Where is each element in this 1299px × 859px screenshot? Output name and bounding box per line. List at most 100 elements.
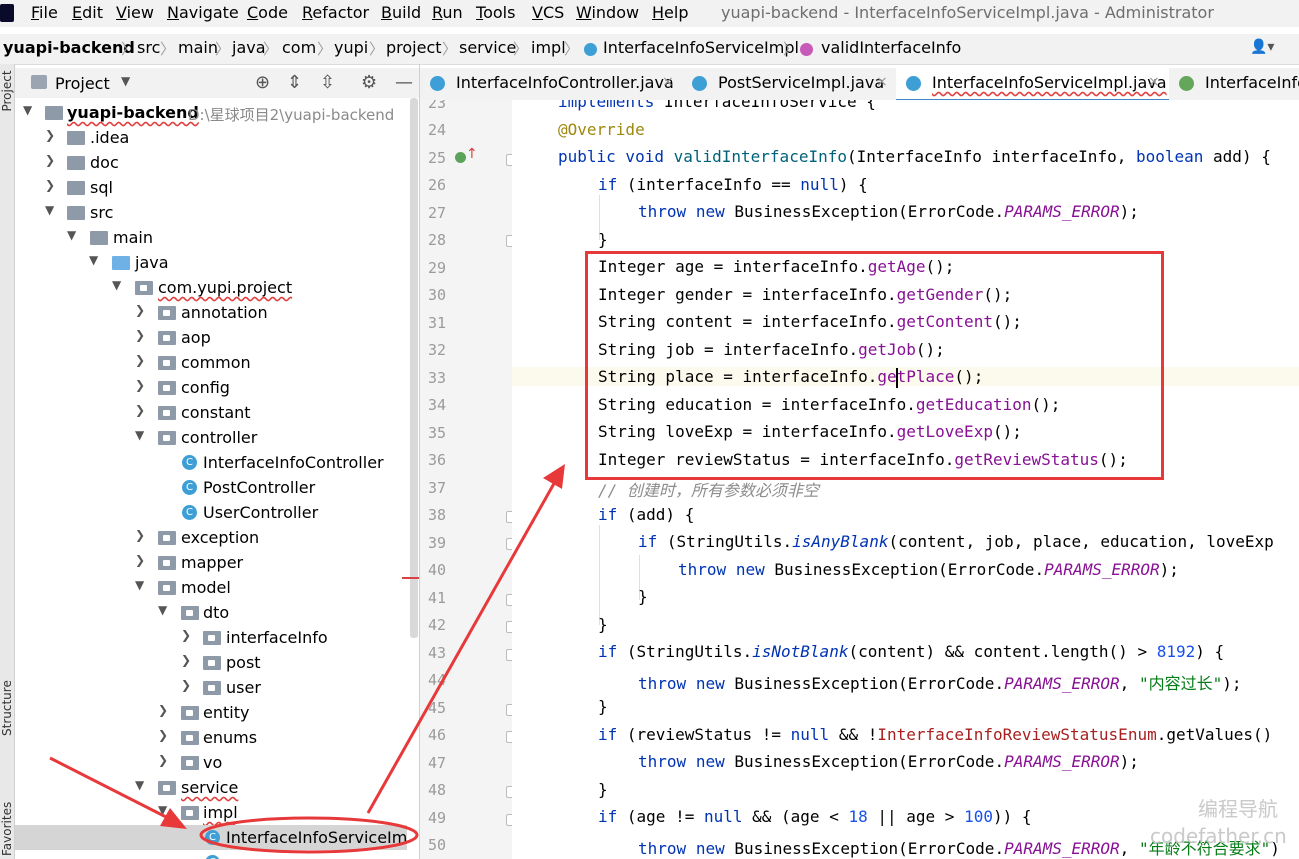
menu-file[interactable]: File — [31, 3, 58, 22]
chevron-right-icon[interactable]: ❯ — [135, 353, 145, 367]
tree-item[interactable]: ❯ exception — [15, 525, 407, 550]
menu-refactor[interactable]: Refactor — [302, 3, 369, 22]
menu-code[interactable]: Code — [247, 3, 288, 22]
chevron-down-icon[interactable]: ▼ — [121, 74, 130, 88]
tree-item[interactable]: C InterfaceInfoController — [15, 450, 407, 475]
chevron-right-icon[interactable]: ❯ — [181, 678, 191, 692]
breadcrumb-project[interactable]: yuapi-backend — [3, 38, 135, 57]
chevron-right-icon[interactable]: ❯ — [135, 303, 145, 317]
tree-item[interactable]: ❯ constant — [15, 400, 407, 425]
chevron-right-icon[interactable]: ❯ — [158, 753, 168, 767]
tree-scrollbar[interactable] — [410, 98, 418, 638]
expand-all-icon[interactable]: ⇕ — [287, 72, 302, 93]
tree-item[interactable]: ▼ model — [15, 575, 407, 600]
tree-item[interactable]: C PostController — [15, 475, 407, 500]
chevron-down-icon[interactable]: ▼ — [135, 578, 144, 592]
breadcrumb-impl[interactable]: impl — [531, 38, 566, 57]
close-icon[interactable]: × — [876, 74, 888, 90]
tab-postserviceimpl[interactable]: PostServiceImpl.java × — [682, 68, 896, 99]
gear-icon[interactable]: ⚙ — [361, 72, 377, 93]
project-tool-tab[interactable]: Project — [0, 66, 14, 116]
tree-item[interactable]: ❯ common — [15, 350, 407, 375]
close-icon[interactable]: × — [1148, 74, 1160, 90]
tree-item[interactable]: C — [15, 850, 407, 859]
tree-item[interactable]: ▼ impl — [15, 800, 407, 825]
tree-item[interactable]: ▼ main — [15, 225, 407, 250]
tree-item[interactable]: ▼ java — [15, 250, 407, 275]
breadcrumb-com[interactable]: com — [282, 38, 316, 57]
chevron-right-icon[interactable]: ❯ — [135, 328, 145, 342]
menu-navigate[interactable]: Navigate — [167, 3, 239, 22]
breadcrumb-yupi[interactable]: yupi — [334, 38, 368, 57]
favorites-tool-tab[interactable]: Favorites — [0, 802, 14, 856]
tree-item[interactable]: ▼ controller — [15, 425, 407, 450]
breadcrumb-project-pkg[interactable]: project — [386, 38, 442, 57]
chevron-down-icon[interactable]: ▼ — [158, 603, 167, 617]
chevron-right-icon[interactable]: ❯ — [45, 178, 55, 192]
chevron-right-icon[interactable]: ❯ — [45, 128, 55, 142]
breadcrumb-main[interactable]: main — [178, 38, 218, 57]
breadcrumb-service[interactable]: service — [459, 38, 516, 57]
menu-vcs[interactable]: VCS — [532, 3, 564, 22]
structure-tool-tab[interactable]: Structure — [0, 680, 14, 736]
chevron-down-icon[interactable]: ▼ — [67, 228, 76, 242]
chevron-down-icon[interactable]: ▼ — [135, 778, 144, 792]
tree-item[interactable]: ▼ src — [15, 200, 407, 225]
tree-item[interactable]: C UserController — [15, 500, 407, 525]
chevron-right-icon[interactable]: ❯ — [181, 628, 191, 642]
tab-interfaceinfocontroller[interactable]: InterfaceInfoController.java × — [420, 68, 682, 99]
code-editor[interactable]: implements InterfaceInfoService { @Overr… — [512, 100, 1299, 859]
menu-view[interactable]: View — [116, 3, 154, 22]
tree-item[interactable]: ❯ .idea — [15, 125, 407, 150]
tree-item[interactable]: ❯ post — [15, 650, 407, 675]
menu-run[interactable]: Run — [432, 3, 463, 22]
menu-tools[interactable]: Tools — [476, 3, 515, 22]
tree-item[interactable]: ❯ vo — [15, 750, 407, 775]
chevron-down-icon[interactable]: ▼ — [112, 278, 121, 292]
close-icon[interactable]: × — [662, 74, 674, 90]
breadcrumb-src[interactable]: src — [137, 38, 160, 57]
chevron-right-icon[interactable]: ❯ — [45, 153, 55, 167]
chevron-right-icon[interactable]: ❯ — [135, 378, 145, 392]
menu-build[interactable]: Build — [381, 3, 421, 22]
tab-interfaceinfoservice[interactable]: InterfaceInfoS — [1169, 68, 1299, 99]
tree-item[interactable]: ❯ annotation — [15, 300, 407, 325]
chevron-down-icon[interactable]: ▼ — [135, 428, 144, 442]
chevron-right-icon[interactable]: ❯ — [135, 403, 145, 417]
chevron-right-icon[interactable]: ❯ — [158, 728, 168, 742]
breadcrumb-method[interactable]: validInterfaceInfo — [821, 38, 961, 57]
tree-item[interactable]: ❯ user — [15, 675, 407, 700]
tree-item[interactable]: ▼ dto — [15, 600, 407, 625]
tree-item[interactable]: ▼ com.yupi.project — [15, 275, 407, 300]
chevron-right-icon[interactable]: ❯ — [135, 553, 145, 567]
tree-item-root[interactable]: ▼ yuapi-backend D:\星球项目2\yuapi-backend — [15, 100, 407, 125]
menu-edit[interactable]: Edit — [72, 3, 103, 22]
tree-item[interactable]: ❯ mapper — [15, 550, 407, 575]
tree-item[interactable]: ❯ enums — [15, 725, 407, 750]
breadcrumb-class[interactable]: InterfaceInfoServiceImpl — [603, 38, 799, 57]
tree-item-selected[interactable]: C InterfaceInfoServiceImpl — [15, 825, 407, 850]
tree-item[interactable]: ❯ doc — [15, 150, 407, 175]
minimize-icon[interactable]: — — [395, 72, 413, 93]
tree-item[interactable]: ▼ service — [15, 775, 407, 800]
breadcrumb-java[interactable]: java — [232, 38, 266, 57]
tree-item[interactable]: ❯ config — [15, 375, 407, 400]
chevron-down-icon[interactable]: ▼ — [158, 803, 167, 817]
chevron-down-icon[interactable]: ▼ — [89, 253, 98, 267]
tree-item[interactable]: ❯ entity — [15, 700, 407, 725]
project-panel-title[interactable]: Project — [55, 74, 110, 93]
implements-icon[interactable] — [455, 152, 466, 163]
chevron-right-icon[interactable]: ❯ — [181, 653, 191, 667]
chevron-right-icon[interactable]: ❯ — [158, 703, 168, 717]
tab-interfaceinfoserviceimpl[interactable]: InterfaceInfoServiceImpl.java × — [896, 68, 1169, 102]
chevron-right-icon[interactable]: ❯ — [135, 528, 145, 542]
chevron-down-icon[interactable]: ▼ — [23, 103, 32, 117]
locate-icon[interactable]: ⊕ — [255, 72, 270, 93]
tree-item[interactable]: ❯ interfaceInfo — [15, 625, 407, 650]
user-account-icon[interactable]: 👤▾ — [1250, 39, 1274, 55]
collapse-all-icon[interactable]: ⇳ — [320, 72, 335, 93]
tree-item[interactable]: ❯ sql — [15, 175, 407, 200]
tree-item[interactable]: ❯ aop — [15, 325, 407, 350]
menu-help[interactable]: Help — [652, 3, 688, 22]
menu-window[interactable]: Window — [576, 3, 639, 22]
